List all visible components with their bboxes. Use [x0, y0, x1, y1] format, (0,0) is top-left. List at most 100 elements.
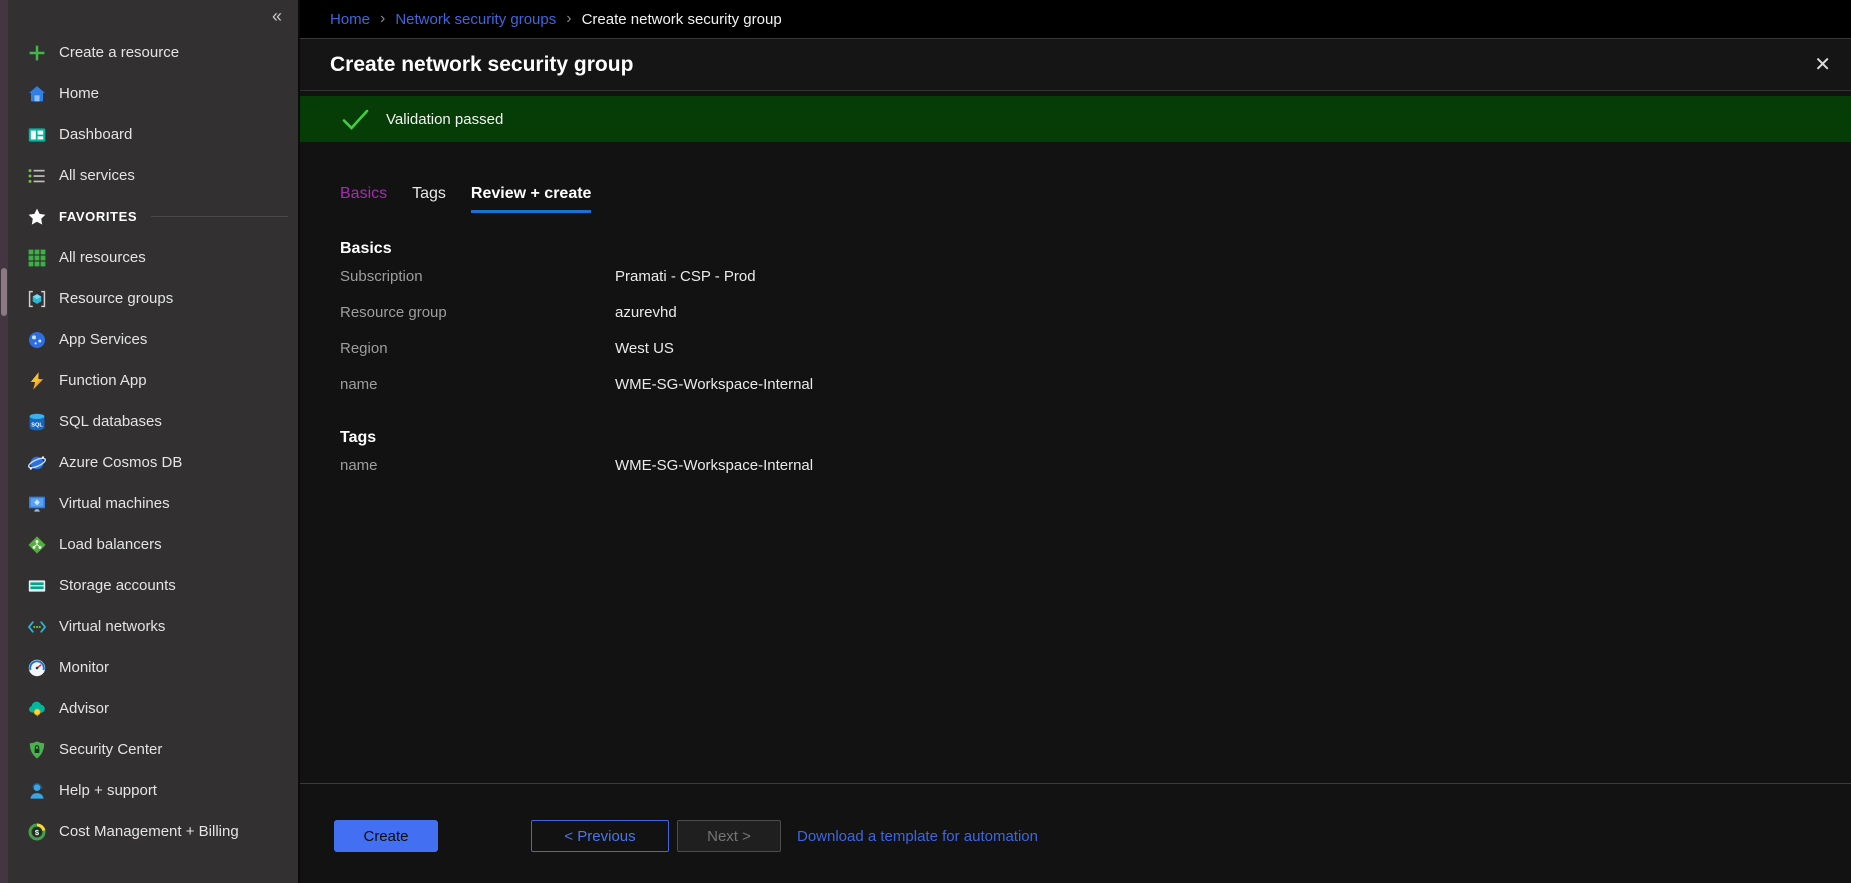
sidebar-item-label: Virtual machines	[59, 495, 170, 512]
sidebar-item-label: Virtual networks	[59, 618, 165, 635]
summary-label: Region	[340, 340, 615, 357]
summary-label: name	[340, 457, 615, 474]
billing-icon: $	[27, 822, 47, 842]
lightning-icon	[27, 371, 47, 391]
summary-value: Pramati - CSP - Prod	[615, 268, 756, 285]
sidebar-item-label: Load balancers	[59, 536, 162, 553]
summary-label: Resource group	[340, 304, 615, 321]
sidebar-item-function-app[interactable]: Function App	[8, 360, 298, 401]
sidebar-nav: Create a resource Home Dashboard All servic…	[8, 32, 298, 852]
sidebar-item-label: Cost Management + Billing	[59, 823, 239, 840]
planet-icon	[27, 453, 47, 473]
sidebar-item-help-support[interactable]: Help + support	[8, 770, 298, 811]
svg-text:SQL: SQL	[31, 422, 43, 428]
sidebar-item-advisor[interactable]: Advisor	[8, 688, 298, 729]
sidebar-item-label: Home	[59, 85, 99, 102]
sidebar-item-sql-databases[interactable]: SQL SQL databases	[8, 401, 298, 442]
section-divider	[151, 216, 288, 217]
tab-review-create[interactable]: Review + create	[471, 185, 592, 213]
network-icon	[27, 617, 47, 637]
sidebar-item-label: Resource groups	[59, 290, 173, 307]
star-icon	[27, 207, 47, 227]
sidebar-item-app-services[interactable]: App Services	[8, 319, 298, 360]
sidebar-item-security-center[interactable]: Security Center	[8, 729, 298, 770]
sidebar-item-azure-cosmos-db[interactable]: Azure Cosmos DB	[8, 442, 298, 483]
scrollbar-thumb[interactable]	[1, 268, 7, 316]
summary-label: name	[340, 376, 615, 393]
breadcrumb-network-security-groups[interactable]: Network security groups	[395, 11, 556, 28]
grid-icon	[27, 248, 47, 268]
tab-tags[interactable]: Tags	[412, 185, 446, 213]
section-heading: Tags	[340, 429, 1851, 447]
sidebar-collapse-row: «	[8, 0, 298, 32]
storage-icon	[27, 576, 47, 596]
sql-database-icon: SQL	[27, 412, 47, 432]
sidebar-item-label: Monitor	[59, 659, 109, 676]
sidebar-item-cost-management-billing[interactable]: $ Cost Management + Billing	[8, 811, 298, 852]
sidebar-item-label: Help + support	[59, 782, 157, 799]
sidebar-item-dashboard[interactable]: Dashboard	[8, 114, 298, 155]
validation-banner: Validation passed	[300, 96, 1851, 142]
create-button[interactable]: Create	[334, 820, 438, 852]
checkmark-icon	[342, 109, 369, 130]
summary-label: Subscription	[340, 268, 615, 285]
home-icon	[27, 84, 47, 104]
breadcrumb: Home›Network security groups›Create netw…	[300, 0, 1851, 38]
advisor-icon	[27, 699, 47, 719]
sidebar-item-label: All services	[59, 167, 135, 184]
sidebar-item-label: Advisor	[59, 700, 109, 717]
list-icon	[27, 166, 47, 186]
footer-buttons-row: Create < Previous Next > Download a temp…	[334, 820, 1851, 852]
sidebar-item-monitor[interactable]: Monitor	[8, 647, 298, 688]
close-icon[interactable]: ✕	[1814, 55, 1831, 75]
sidebar-item-home[interactable]: Home	[8, 73, 298, 114]
sidebar-item-storage-accounts[interactable]: Storage accounts	[8, 565, 298, 606]
sidebar-item-label: All resources	[59, 249, 146, 266]
summary-row-name: nameWME-SG-Workspace-Internal	[340, 448, 1851, 483]
summary-row-subscription: SubscriptionPramati - CSP - Prod	[340, 259, 1851, 294]
plus-icon	[27, 43, 47, 63]
previous-button[interactable]: < Previous	[531, 820, 669, 852]
globe-icon	[27, 330, 47, 350]
summary-value: azurevhd	[615, 304, 677, 321]
sidebar-section-favorites: FAVORITES	[8, 196, 298, 237]
sidebar-item-label: Create a resource	[59, 44, 179, 61]
load-balancer-icon	[27, 535, 47, 555]
breadcrumb-home[interactable]: Home	[330, 11, 370, 28]
summary-value: WME-SG-Workspace-Internal	[615, 457, 813, 474]
collapse-sidebar-icon[interactable]: «	[272, 7, 282, 25]
page-title: Create network security group	[330, 53, 633, 77]
download-template-link[interactable]: Download a template for automation	[797, 828, 1038, 845]
tab-bar: Basics Tags Review + create	[300, 185, 1851, 213]
sidebar-item-label: Security Center	[59, 741, 162, 758]
next-button[interactable]: Next >	[677, 820, 781, 852]
sidebar-item-label: Function App	[59, 372, 147, 389]
cube-icon	[27, 289, 47, 309]
tab-basics[interactable]: Basics	[340, 185, 387, 213]
summary-row-region: RegionWest US	[340, 331, 1851, 366]
sidebar-item-all-resources[interactable]: All resources	[8, 237, 298, 278]
sidebar-item-label: Dashboard	[59, 126, 132, 143]
sidebar-item-label: Azure Cosmos DB	[59, 454, 182, 471]
breadcrumb-separator: ›	[380, 10, 385, 28]
sidebar-item-virtual-machines[interactable]: Virtual machines	[8, 483, 298, 524]
sidebar-item-load-balancers[interactable]: Load balancers	[8, 524, 298, 565]
section-heading: Basics	[340, 240, 1851, 258]
sidebar-item-resource-groups[interactable]: Resource groups	[8, 278, 298, 319]
monitor-icon	[27, 494, 47, 514]
sidebar-item-label: SQL databases	[59, 413, 162, 430]
gauge-icon	[27, 658, 47, 678]
window-edge-strip	[0, 0, 8, 883]
section-tags: TagsnameWME-SG-Workspace-Internal	[340, 429, 1851, 483]
sidebar-section-label: FAVORITES	[59, 209, 137, 224]
sidebar-item-all-services[interactable]: All services	[8, 155, 298, 196]
breadcrumb-separator: ›	[566, 10, 571, 28]
summary-row-resource-group: Resource groupazurevhd	[340, 295, 1851, 330]
sidebar-item-create-a-resource[interactable]: Create a resource	[8, 32, 298, 73]
sidebar: « Create a resource Home Dashboard All serv…	[8, 0, 300, 883]
sidebar-item-virtual-networks[interactable]: Virtual networks	[8, 606, 298, 647]
help-icon	[27, 781, 47, 801]
footer: Create < Previous Next > Download a temp…	[300, 783, 1851, 883]
sidebar-item-label: App Services	[59, 331, 147, 348]
panel-header: Create network security group ✕	[300, 38, 1851, 91]
